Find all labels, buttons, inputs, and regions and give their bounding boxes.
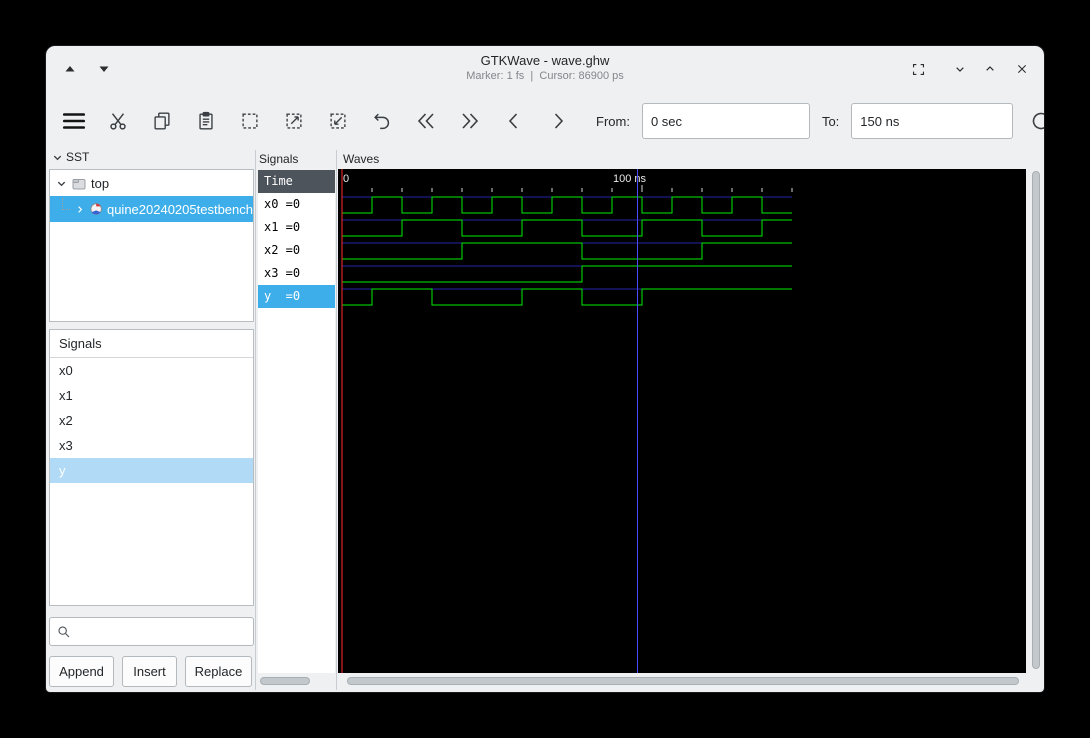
- signal-search-box[interactable]: [49, 617, 254, 646]
- tree-item-top[interactable]: top: [50, 170, 253, 196]
- splitter-left[interactable]: [255, 150, 256, 690]
- wave-area[interactable]: 0 100 ns: [338, 169, 1026, 673]
- to-label: To:: [821, 113, 840, 129]
- copy-button[interactable]: [146, 105, 178, 137]
- signal-name-row-x2[interactable]: x2 =0: [258, 239, 335, 262]
- svg-text:100 ns: 100 ns: [613, 173, 647, 185]
- replace-button[interactable]: Replace: [185, 656, 252, 687]
- reload-button[interactable]: [1025, 105, 1044, 137]
- paste-button[interactable]: [190, 105, 222, 137]
- tree-item-label: top: [91, 175, 110, 191]
- zoom-in-selection-icon: [330, 113, 346, 129]
- names-hscrollbar-thumb[interactable]: [260, 677, 310, 685]
- sst-tree: top quine20240205testbench: [49, 169, 254, 322]
- step-right-icon: [554, 113, 564, 129]
- testbench-icon: [90, 203, 102, 215]
- insert-button[interactable]: Insert: [122, 656, 177, 687]
- step-right-button[interactable]: [542, 105, 574, 137]
- titlebar[interactable]: GTKWave - wave.ghw Marker: 1 fs | Cursor…: [46, 46, 1044, 92]
- menu-icon: [62, 113, 86, 129]
- signal-name-row-x3[interactable]: x3 =0: [258, 262, 335, 285]
- waves-label: Waves: [343, 152, 380, 166]
- step-left-button[interactable]: [498, 105, 530, 137]
- tree-item-label: quine20240205testbench: [106, 201, 253, 217]
- signal-list-item-x0[interactable]: x0: [50, 358, 253, 383]
- names-hscrollbar[interactable]: [258, 675, 335, 688]
- wave-vscrollbar[interactable]: [1030, 169, 1043, 673]
- signal-names-frame-label: Signals: [259, 152, 298, 166]
- wave-canvas[interactable]: 0 100 ns: [338, 169, 1026, 673]
- cut-button[interactable]: [102, 105, 134, 137]
- signal-name-row-y[interactable]: y =0: [258, 285, 335, 308]
- zoom-out-selection-icon: [286, 113, 302, 129]
- from-label: From:: [596, 113, 630, 129]
- marker-cursor-status: Marker: 1 fs | Cursor: 86900 ps: [466, 70, 624, 82]
- skip-to-end-button[interactable]: [454, 105, 486, 137]
- splitter-right[interactable]: [336, 150, 337, 690]
- chevron-up-icon: [986, 66, 994, 71]
- gtkwave-window: GTKWave - wave.ghw Marker: 1 fs | Cursor…: [45, 45, 1045, 693]
- signal-names-label: Signals: [259, 152, 299, 166]
- skip-to-start-button[interactable]: [410, 105, 442, 137]
- time-header: Time: [258, 170, 335, 193]
- expander-down-icon[interactable]: [56, 178, 67, 189]
- wave-vscrollbar-thumb[interactable]: [1032, 171, 1040, 669]
- search-icon: [58, 625, 70, 637]
- reload-icon: [1033, 112, 1044, 130]
- collapse-chevron-icon: [53, 155, 62, 160]
- signal-list-item-y[interactable]: y: [50, 458, 253, 483]
- signal-name-row-x1[interactable]: x1 =0: [258, 216, 335, 239]
- undo-icon: [374, 113, 390, 130]
- signal-list-item-x3[interactable]: x3: [50, 433, 253, 458]
- fullscreen-button[interactable]: [904, 56, 932, 82]
- copy-icon: [154, 112, 170, 130]
- signal-list-item-x2[interactable]: x2: [50, 408, 253, 433]
- signal-list-item-x1[interactable]: x1: [50, 383, 253, 408]
- signals-list-header: Signals: [50, 330, 253, 358]
- close-button[interactable]: [1008, 56, 1036, 82]
- sst-label: SST: [66, 150, 90, 164]
- from-input[interactable]: [641, 103, 810, 139]
- waves-frame-label: Waves: [343, 152, 379, 166]
- fit-selection-icon: [242, 113, 258, 129]
- skip-to-start-icon: [417, 113, 434, 129]
- window-title: GTKWave - wave.ghw: [480, 53, 610, 68]
- close-icon: [1017, 64, 1027, 74]
- fullscreen-icon: [912, 63, 924, 75]
- svg-text:0: 0: [343, 173, 349, 185]
- menu-button[interactable]: [58, 105, 90, 137]
- zoom-out-selection-button[interactable]: [278, 105, 310, 137]
- to-input[interactable]: [851, 103, 1014, 139]
- signal-name-row-x0[interactable]: x0 =0: [258, 193, 335, 216]
- undo-button[interactable]: [366, 105, 398, 137]
- wave-hscrollbar[interactable]: [343, 675, 1026, 688]
- zoom-in-selection-button[interactable]: [322, 105, 354, 137]
- wave-hscrollbar-thumb[interactable]: [347, 677, 1019, 685]
- expander-right-icon[interactable]: [75, 204, 85, 215]
- chevron-down-icon: [956, 67, 964, 72]
- append-button[interactable]: Append: [49, 656, 114, 687]
- signal-names-column: Time x0 =0 x1 =0 x2 =0 x3 =0 y =0: [258, 170, 335, 673]
- paste-icon: [199, 111, 213, 130]
- fit-selection-button[interactable]: [234, 105, 266, 137]
- signals-list-panel: Signals x0 x1 x2 x3 y: [49, 329, 254, 606]
- skip-to-end-icon: [462, 113, 479, 129]
- minimize-button[interactable]: [946, 56, 974, 82]
- tree-item-testbench[interactable]: quine20240205testbench: [50, 196, 253, 222]
- maximize-button[interactable]: [976, 56, 1004, 82]
- cut-icon: [110, 113, 126, 130]
- search-input[interactable]: [76, 618, 253, 645]
- step-left-icon: [508, 113, 518, 129]
- sst-frame-label: SST: [52, 150, 89, 164]
- module-icon: [72, 178, 86, 189]
- tree-connector: [62, 198, 71, 210]
- toolbar: From: To:: [46, 98, 1044, 144]
